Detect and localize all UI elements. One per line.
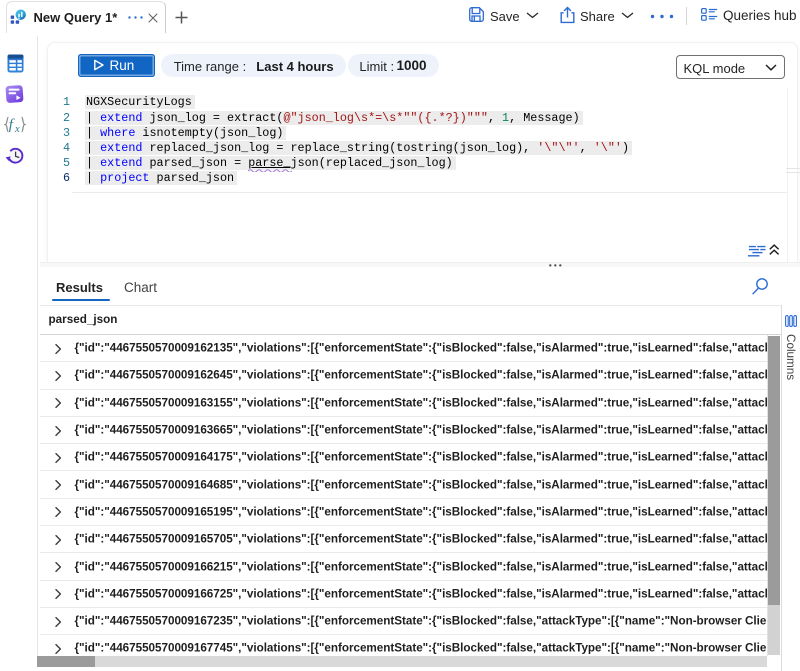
svg-text:x: x	[14, 124, 20, 134]
svg-text:f: f	[9, 117, 15, 133]
